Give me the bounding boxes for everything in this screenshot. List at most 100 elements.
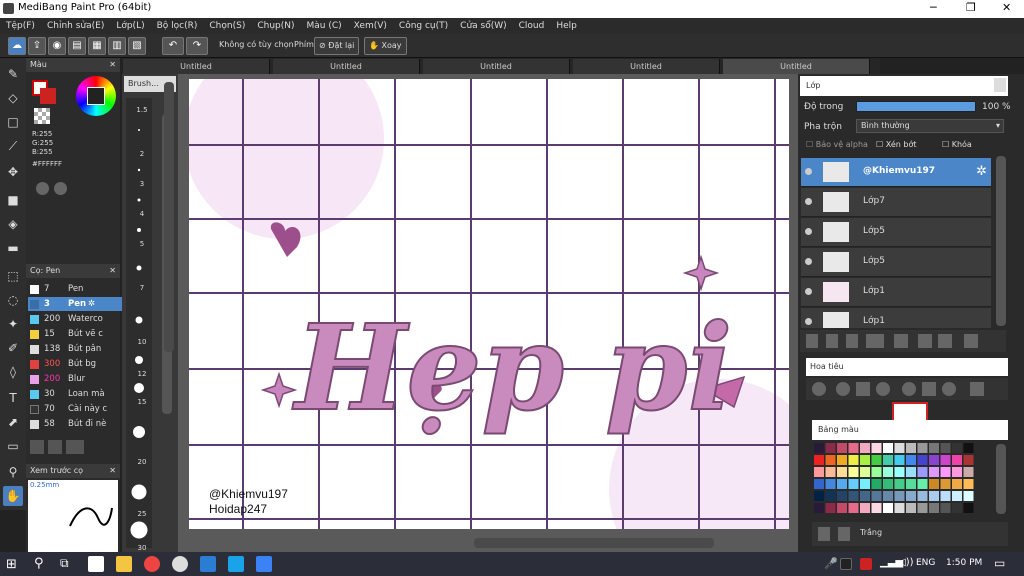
task-view-icon[interactable]: ⧉ [60,556,69,571]
brush-item[interactable]: 200 Waterco [28,312,128,326]
palette-swatch[interactable] [940,443,951,453]
palette-swatch[interactable] [929,443,939,453]
palette-swatch[interactable] [894,467,905,477]
menu-file[interactable]: Tệp(F) [0,18,41,34]
palette-swatch[interactable] [814,467,824,477]
palette-swatch[interactable] [883,479,893,489]
palette-swatch[interactable] [917,491,928,501]
palette-swatch[interactable] [871,491,882,501]
brush-item[interactable]: 30 Loan mà [28,387,128,401]
palette-swatch[interactable] [940,503,951,513]
palette-swatch[interactable] [929,455,939,465]
palette-swatch[interactable] [860,503,870,513]
menu-color[interactable]: Màu (C) [301,18,348,34]
brush-tool-icon[interactable]: ✎ [3,64,23,84]
close-icon[interactable]: ✕ [1002,1,1011,14]
menu-layer[interactable]: Lớp(L) [110,18,150,34]
palette-swatch[interactable] [825,467,836,477]
palette-swatch[interactable] [825,455,836,465]
palette-scrollbar[interactable] [996,444,1006,514]
layer-row[interactable]: Lớp1 [801,308,991,328]
visibility-icon[interactable] [805,258,812,265]
transparent-swatch[interactable] [34,108,50,124]
rotate-button[interactable]: ✋ Xoay [364,37,407,55]
select-eraser-icon[interactable]: ◊ [3,362,23,382]
palette-swatch[interactable] [929,479,939,489]
brush-item-selected[interactable]: 3 Pen ✲ [28,297,128,311]
color-square[interactable] [87,87,105,105]
eyedropper-icon[interactable]: ⚲ [3,462,23,482]
palette-swatch[interactable] [837,443,847,453]
hand-tool-icon[interactable]: ✋ [3,486,23,506]
palette-swatch[interactable] [814,479,824,489]
palette-swatch[interactable] [837,455,847,465]
clipping-checkbox[interactable]: ☐ Xén bớt [876,140,916,149]
lock-checkbox[interactable]: ☐ Khóa [942,140,972,149]
file-explorer-icon[interactable] [116,556,132,572]
tab-untitled-4[interactable]: Untitled [573,59,720,74]
menu-snap[interactable]: Chụp(N) [251,18,300,34]
duplicate-layer-icon[interactable] [918,334,932,348]
palette-swatch[interactable] [894,479,905,489]
tray-app-icon[interactable] [840,558,852,570]
palette-swatch[interactable] [837,467,847,477]
clock[interactable]: 1:50 PM [946,558,982,568]
palette-add-icon[interactable] [54,182,67,195]
palette-swatch[interactable] [871,443,882,453]
palette-swatch[interactable] [860,443,870,453]
panel-close-icon[interactable]: ✕ [109,58,116,72]
menu-edit[interactable]: Chỉnh sửa(E) [41,18,110,34]
new-brush-icon[interactable] [48,440,62,454]
volume-icon[interactable]: ◁)) [898,557,914,568]
layer-row[interactable]: Lớp5 [801,218,991,247]
palette-swatch[interactable] [929,467,939,477]
language-indicator[interactable]: ENG [916,558,935,568]
visibility-icon[interactable] [805,168,812,175]
palette-swatch[interactable] [952,479,962,489]
palette-swatch[interactable] [871,467,882,477]
color-wheel[interactable] [76,76,116,116]
reset-view-icon[interactable] [922,382,936,396]
skype-icon[interactable] [228,556,244,572]
layer-row[interactable]: Lớp7 [801,188,991,217]
palette-swatch[interactable] [848,455,859,465]
rotate-right-icon[interactable] [942,382,956,396]
rotate-left-icon[interactable] [902,382,916,396]
palette-swatch[interactable] [906,503,916,513]
menu-select[interactable]: Chọn(S) [203,18,251,34]
palette-swatch[interactable] [871,503,882,513]
zoom-in-alt-icon[interactable] [836,382,850,396]
palette-swatch[interactable] [871,455,882,465]
canvas-v-scrollbar[interactable] [164,82,174,352]
palette-swatch[interactable] [929,491,939,501]
line-tool-icon[interactable]: ⟋ [3,136,23,156]
flip-icon[interactable] [970,382,984,396]
menu-window[interactable]: Cửa sổ(W) [454,18,512,34]
palette-swatch[interactable] [848,479,859,489]
minimize-icon[interactable]: ─ [930,1,937,14]
brush-item[interactable]: 70 Cài này c [28,402,128,416]
visibility-icon[interactable] [805,288,812,295]
palette-swatch[interactable] [906,467,916,477]
palette-swatch[interactable] [963,479,974,489]
bucket-tool-icon[interactable]: ◈ [3,214,23,234]
palette-swatch[interactable] [883,467,893,477]
maximize-icon[interactable]: ❐ [966,1,976,14]
move-tool-icon[interactable]: ✥ [3,162,23,182]
palette-swatch[interactable] [952,503,962,513]
fit-icon[interactable] [856,382,870,396]
gradient-tool-icon[interactable]: ▬ [3,238,23,258]
undo-icon[interactable]: ↶ [162,37,184,55]
layer-scrollbar[interactable] [996,156,1006,326]
search-icon[interactable]: ⚲ [34,556,44,571]
chat-icon[interactable]: ◉ [48,37,66,55]
gear-icon[interactable]: ✲ [88,297,95,311]
palette-swatch[interactable] [963,443,974,453]
cloud-icon[interactable]: ☁ [8,37,26,55]
brush-item[interactable]: 138 Bút pân [28,342,128,356]
medibang-icon[interactable] [172,556,188,572]
opacity-slider[interactable] [856,101,976,112]
new-layer-1bit-icon[interactable] [846,334,858,348]
palette-swatch[interactable] [837,491,847,501]
menu-help[interactable]: Help [550,18,583,34]
